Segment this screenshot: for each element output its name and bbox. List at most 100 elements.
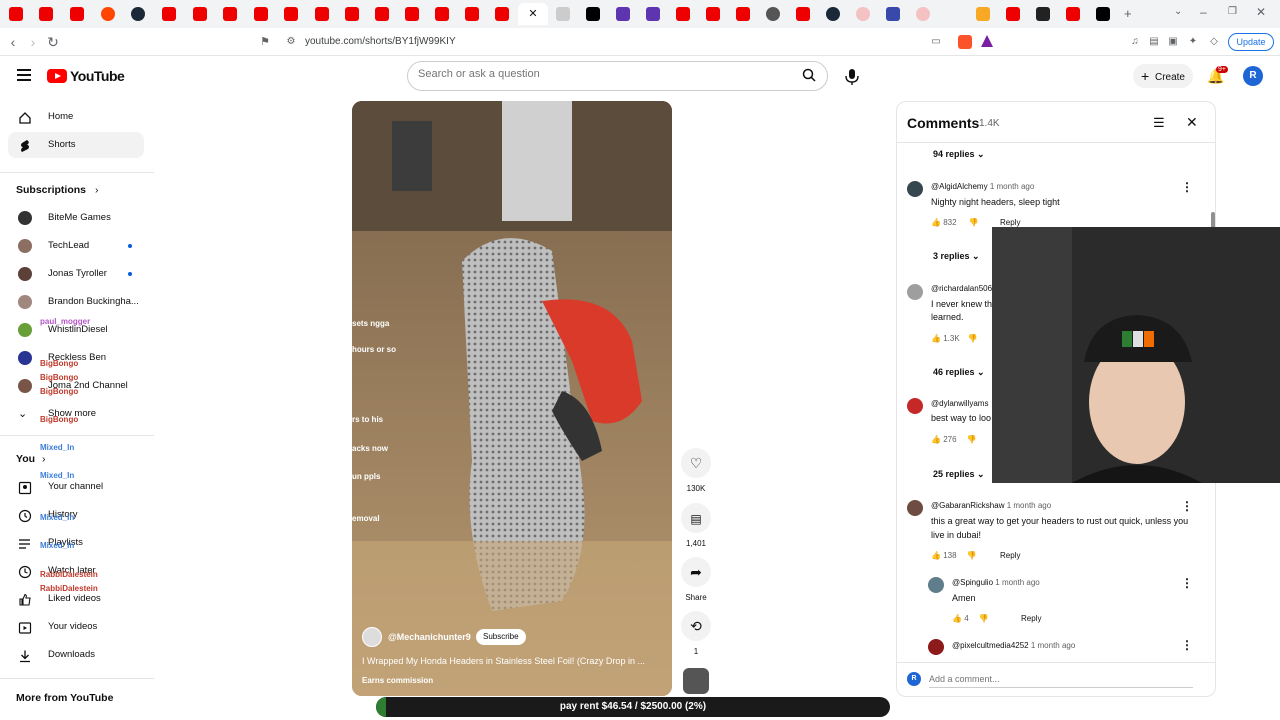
sidebar-item-history[interactable]: History bbox=[8, 502, 144, 528]
brave-shield-icon[interactable] bbox=[958, 35, 972, 49]
back-icon[interactable]: ‹ bbox=[5, 34, 21, 50]
shorts-video-player[interactable]: sets ngga hours or so rs to his acks now… bbox=[352, 101, 672, 696]
channel-avatar[interactable] bbox=[362, 627, 382, 647]
thumbs-up-icon[interactable]: 👍 bbox=[952, 614, 962, 623]
sidebar-item-downloads[interactable]: Downloads bbox=[8, 642, 144, 668]
tab-favicon[interactable] bbox=[826, 7, 840, 21]
create-button[interactable]: + Create bbox=[1133, 64, 1193, 88]
site-info-icon[interactable]: ⚙ bbox=[283, 34, 299, 50]
sidebar-item-playlists[interactable]: Playlists bbox=[8, 530, 144, 556]
thumbs-down-icon[interactable]: 👎 bbox=[967, 551, 977, 560]
view-replies-button[interactable]: 94 replies ⌄ bbox=[933, 149, 985, 160]
tab-favicon[interactable] bbox=[315, 7, 329, 21]
tab-favicon[interactable] bbox=[223, 7, 237, 21]
like-button[interactable]: ♡ bbox=[681, 448, 711, 478]
subscriptions-heading[interactable]: Subscriptions › bbox=[16, 184, 98, 196]
scrollbar-up[interactable] bbox=[1211, 144, 1215, 174]
minimize-icon[interactable]: – bbox=[1200, 5, 1207, 19]
thumbs-up-icon[interactable]: 👍 bbox=[931, 551, 941, 560]
subscribe-button[interactable]: Subscribe bbox=[476, 629, 526, 645]
vpn-icon[interactable]: ◇ bbox=[1206, 34, 1222, 50]
thumbs-up-icon[interactable]: 👍 bbox=[931, 435, 941, 444]
thumbs-down-icon[interactable]: 👎 bbox=[979, 614, 989, 623]
close-icon[interactable]: ✕ bbox=[1186, 114, 1198, 131]
logo-text[interactable]: YouTube bbox=[70, 68, 125, 84]
commenter-avatar[interactable] bbox=[907, 284, 923, 300]
commenter-avatar[interactable] bbox=[907, 398, 923, 414]
tab-favicon[interactable] bbox=[70, 7, 84, 21]
tab-list-icon[interactable]: ⌄ bbox=[1174, 6, 1182, 17]
x-icon[interactable] bbox=[1096, 7, 1110, 21]
tab-favicon[interactable] bbox=[284, 7, 298, 21]
tab-favicon[interactable] bbox=[886, 7, 900, 21]
sidebar-item-shorts[interactable]: Shorts bbox=[8, 132, 144, 158]
reply-button[interactable]: Reply bbox=[1000, 551, 1020, 560]
sidebar-item-channel[interactable]: Jonas Tyroller bbox=[8, 261, 144, 287]
tab-favicon[interactable] bbox=[736, 7, 750, 21]
tab-favicon[interactable] bbox=[556, 7, 570, 21]
tab-favicon[interactable] bbox=[856, 7, 870, 21]
comment-author[interactable]: @GabaranRickshaw 1 month ago bbox=[931, 501, 1051, 510]
microphone-icon[interactable] bbox=[841, 61, 863, 91]
tab-favicon[interactable] bbox=[676, 7, 690, 21]
you-heading[interactable]: You › bbox=[16, 453, 45, 465]
sort-icon[interactable]: ☰ bbox=[1153, 115, 1165, 131]
cast-icon[interactable]: ▭ bbox=[928, 34, 944, 50]
sidebar-toggle-icon[interactable]: ▤ bbox=[1146, 34, 1162, 50]
tab-favicon[interactable] bbox=[646, 7, 660, 21]
reply-button[interactable]: Reply bbox=[1021, 614, 1041, 623]
comments-button[interactable]: ▤ bbox=[681, 503, 711, 533]
commenter-avatar[interactable] bbox=[907, 181, 923, 197]
avatar[interactable]: R bbox=[1243, 66, 1263, 86]
comment-author[interactable]: @richardalan506 bbox=[931, 284, 992, 293]
more-icon[interactable]: ⋮ bbox=[1181, 576, 1193, 590]
wallet-icon[interactable]: ▣ bbox=[1165, 34, 1181, 50]
view-replies-button[interactable]: 25 replies ⌄ bbox=[933, 469, 985, 480]
share-button[interactable]: ➦ bbox=[681, 557, 711, 587]
tab-favicon[interactable] bbox=[405, 7, 419, 21]
tab-favicon[interactable] bbox=[495, 7, 509, 21]
bookmark-icon[interactable]: ⚑ bbox=[257, 34, 273, 50]
commenter-avatar[interactable] bbox=[928, 577, 944, 593]
add-comment-input[interactable] bbox=[929, 670, 1193, 688]
more-icon[interactable]: ⋮ bbox=[1181, 180, 1193, 194]
view-replies-button[interactable]: 46 replies ⌄ bbox=[933, 367, 985, 378]
tab-favicon[interactable] bbox=[162, 7, 176, 21]
view-replies-button[interactable]: 3 replies ⌄ bbox=[933, 251, 980, 262]
commenter-avatar[interactable] bbox=[928, 639, 944, 655]
comment-author[interactable]: @dylanwillyams bbox=[931, 399, 988, 408]
more-icon[interactable]: ⋮ bbox=[1181, 638, 1193, 652]
sidebar-item-channel[interactable]: Brandon Buckingha... bbox=[8, 289, 144, 315]
sidebar-item-channel[interactable]: TechLead bbox=[8, 233, 144, 259]
tab-favicon[interactable] bbox=[976, 7, 990, 21]
comment-author[interactable]: @AlgidAlchemy 1 month ago bbox=[931, 182, 1034, 191]
leo-icon[interactable]: ✦ bbox=[1185, 34, 1201, 50]
tab-favicon[interactable] bbox=[193, 7, 207, 21]
tab-favicon[interactable] bbox=[706, 7, 720, 21]
tab-favicon[interactable] bbox=[101, 7, 115, 21]
sidebar-item-your-videos[interactable]: Your videos bbox=[8, 614, 144, 640]
tab-favicon[interactable] bbox=[465, 7, 479, 21]
tab-favicon[interactable] bbox=[39, 7, 53, 21]
tab-favicon[interactable] bbox=[9, 7, 23, 21]
thumbs-down-icon[interactable]: 👎 bbox=[968, 334, 978, 343]
thumbs-up-icon[interactable]: 👍 bbox=[931, 218, 941, 227]
url-field[interactable]: youtube.com/shorts/BY1fjW99KIY bbox=[305, 36, 456, 47]
tab-favicon[interactable] bbox=[916, 7, 930, 21]
tab-favicon[interactable] bbox=[616, 7, 630, 21]
reply-button[interactable]: Reply bbox=[1000, 218, 1020, 227]
update-button[interactable]: Update bbox=[1228, 33, 1274, 51]
tab-favicon[interactable] bbox=[1066, 7, 1080, 21]
tab-favicon[interactable] bbox=[375, 7, 389, 21]
tab-favicon[interactable] bbox=[345, 7, 359, 21]
sidebar-item-channel[interactable]: BiteMe Games bbox=[8, 205, 144, 231]
menu-icon[interactable] bbox=[17, 69, 31, 81]
sidebar-item-home[interactable]: Home bbox=[8, 104, 144, 130]
more-icon[interactable]: ⋮ bbox=[1181, 499, 1193, 513]
remix-button[interactable]: ⟲ bbox=[681, 611, 711, 641]
tab-favicon[interactable] bbox=[796, 7, 810, 21]
sound-thumbnail[interactable] bbox=[683, 668, 709, 694]
comment-author[interactable]: @Spingulio 1 month ago bbox=[952, 578, 1040, 587]
tab-favicon[interactable] bbox=[254, 7, 268, 21]
new-tab-icon[interactable]: + bbox=[1124, 6, 1132, 21]
